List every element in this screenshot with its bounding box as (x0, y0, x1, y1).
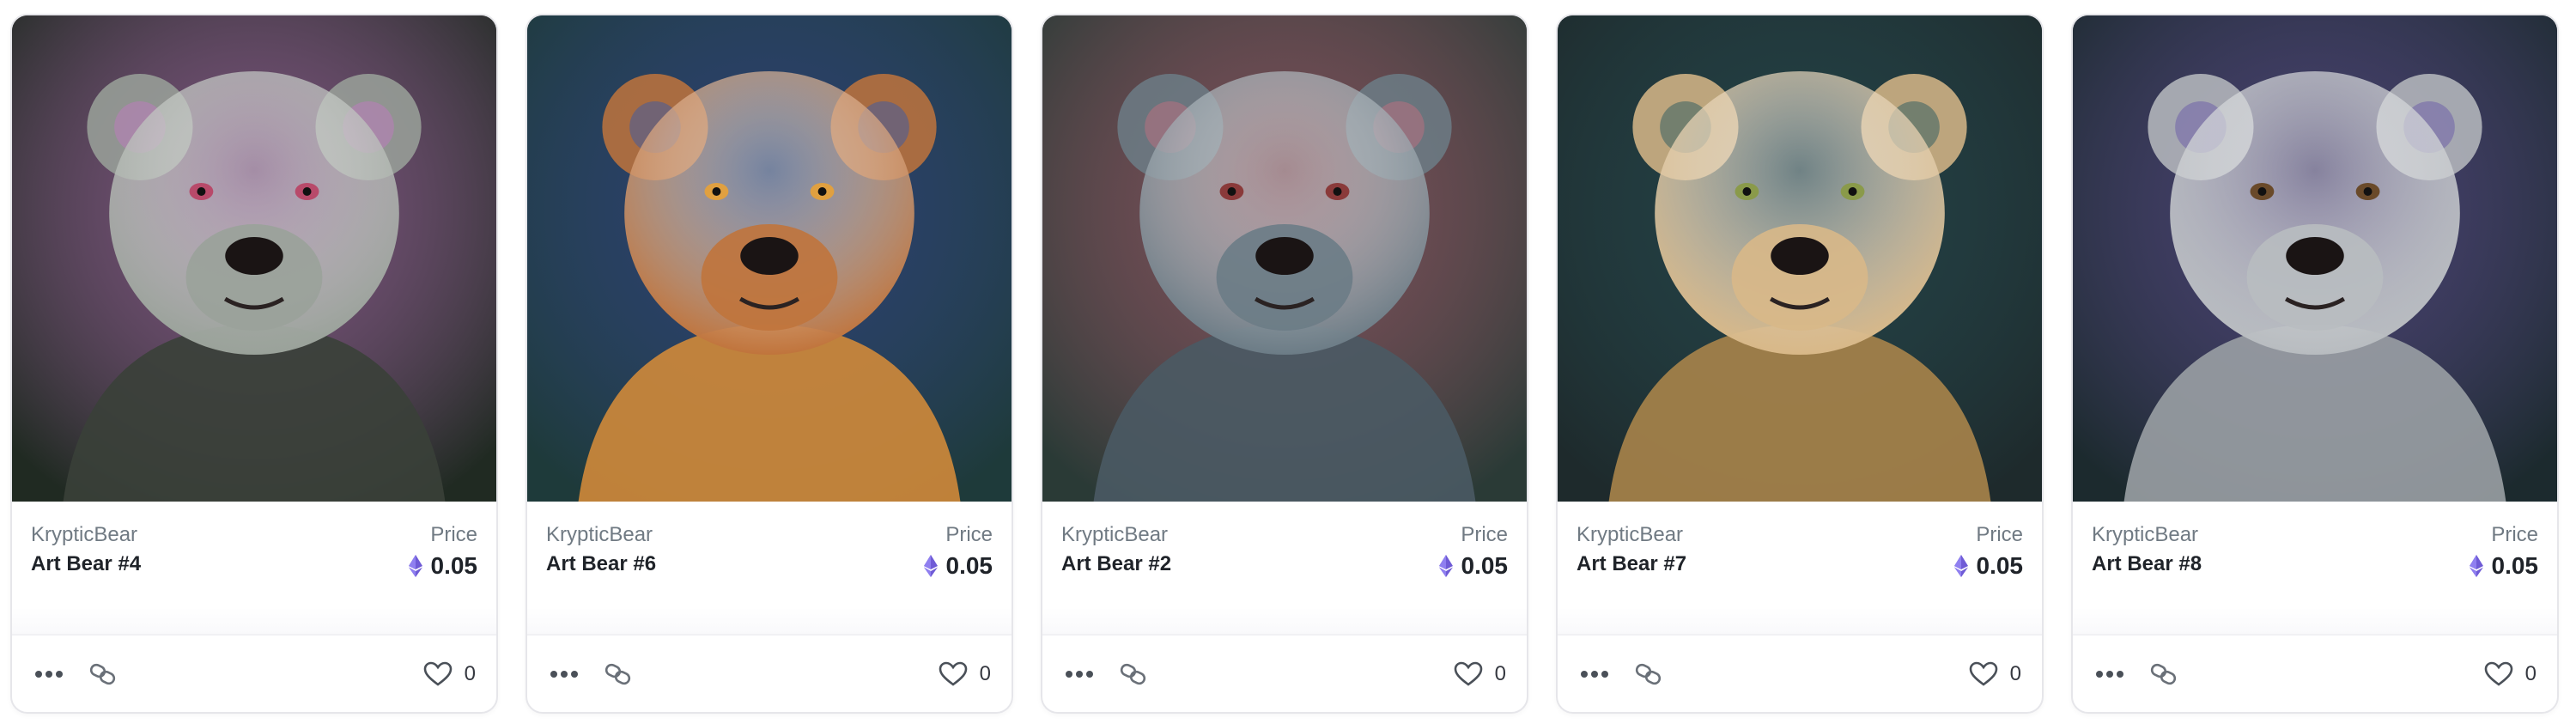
like-button[interactable]: 0 (1969, 661, 2021, 687)
card-footer: 0 (1558, 636, 2042, 712)
nft-card[interactable]: KrypticBear Art Bear #8 Price 0.05 0 (2071, 14, 2559, 714)
like-count: 0 (1494, 661, 1506, 685)
collection-name[interactable]: KrypticBear (1577, 522, 1686, 548)
nft-name[interactable]: Art Bear #7 (1577, 551, 1686, 577)
price-row: 0.05 (1438, 552, 1509, 579)
price-label: Price (945, 523, 993, 546)
ethereum-icon (408, 555, 422, 577)
bear-illustration (12, 15, 496, 502)
nft-card[interactable]: KrypticBear Art Bear #7 Price 0.05 0 (1556, 14, 2044, 714)
nft-name[interactable]: Art Bear #6 (546, 551, 656, 577)
card-footer: 0 (2073, 636, 2557, 712)
nft-artwork[interactable] (1558, 15, 2042, 502)
bear-illustration (1558, 15, 2042, 502)
nft-artwork[interactable] (12, 15, 496, 502)
price-value: 0.05 (1976, 552, 2024, 579)
link-icon[interactable] (2150, 662, 2178, 686)
like-button[interactable]: 0 (1454, 661, 1506, 687)
like-button[interactable]: 0 (939, 661, 991, 687)
collection-name[interactable]: KrypticBear (546, 522, 656, 548)
nft-name[interactable]: Art Bear #2 (1061, 551, 1171, 577)
ethereum-icon (1438, 555, 1453, 577)
link-icon[interactable] (89, 662, 117, 686)
more-options-icon[interactable] (2095, 670, 2124, 678)
bear-illustration (2073, 15, 2557, 502)
price-label: Price (2491, 523, 2538, 546)
price-value: 0.05 (430, 552, 478, 579)
heart-icon[interactable] (423, 661, 453, 687)
heart-icon[interactable] (939, 661, 968, 687)
nft-grid: KrypticBear Art Bear #4 Price 0.05 0 Kry… (10, 14, 2566, 714)
nft-card[interactable]: KrypticBear Art Bear #4 Price 0.05 0 (10, 14, 498, 714)
price-row: 0.05 (2469, 552, 2539, 579)
more-options-icon[interactable] (34, 670, 64, 678)
nft-artwork[interactable] (1042, 15, 1527, 502)
price-row: 0.05 (923, 552, 993, 579)
like-count: 0 (2009, 661, 2021, 685)
price-label: Price (1976, 523, 2023, 546)
like-count: 0 (2524, 661, 2537, 685)
heart-icon[interactable] (1454, 661, 1483, 687)
heart-icon[interactable] (1969, 661, 1998, 687)
card-info: KrypticBear Art Bear #6 Price 0.05 (527, 502, 1012, 636)
collection-name[interactable]: KrypticBear (2092, 522, 2202, 548)
more-options-icon[interactable] (550, 670, 579, 678)
card-footer: 0 (1042, 636, 1527, 712)
collection-name[interactable]: KrypticBear (31, 522, 141, 548)
link-icon[interactable] (1120, 662, 1147, 686)
price-value: 0.05 (945, 552, 993, 579)
price-row: 0.05 (408, 552, 478, 579)
ethereum-icon (923, 555, 938, 577)
more-options-icon[interactable] (1580, 670, 1609, 678)
nft-name[interactable]: Art Bear #8 (2092, 551, 2202, 577)
like-button[interactable]: 0 (2484, 661, 2537, 687)
price-row: 0.05 (1953, 552, 2024, 579)
heart-icon[interactable] (2484, 661, 2513, 687)
nft-card[interactable]: KrypticBear Art Bear #6 Price 0.05 0 (526, 14, 1013, 714)
bear-illustration (527, 15, 1012, 502)
card-info: KrypticBear Art Bear #8 Price 0.05 (2073, 502, 2557, 636)
nft-artwork[interactable] (2073, 15, 2557, 502)
nft-card[interactable]: KrypticBear Art Bear #2 Price 0.05 0 (1041, 14, 1528, 714)
price-label: Price (430, 523, 477, 546)
card-footer: 0 (12, 636, 496, 712)
card-footer: 0 (527, 636, 1012, 712)
card-info: KrypticBear Art Bear #2 Price 0.05 (1042, 502, 1527, 636)
like-button[interactable]: 0 (423, 661, 476, 687)
like-count: 0 (464, 661, 476, 685)
price-value: 0.05 (1461, 552, 1509, 579)
nft-artwork[interactable] (527, 15, 1012, 502)
price-label: Price (1461, 523, 1508, 546)
link-icon[interactable] (1635, 662, 1662, 686)
ethereum-icon (2469, 555, 2483, 577)
price-value: 0.05 (2491, 552, 2539, 579)
collection-name[interactable]: KrypticBear (1061, 522, 1171, 548)
like-count: 0 (979, 661, 991, 685)
bear-illustration (1042, 15, 1527, 502)
link-icon[interactable] (605, 662, 632, 686)
nft-name[interactable]: Art Bear #4 (31, 551, 141, 577)
more-options-icon[interactable] (1065, 670, 1094, 678)
card-info: KrypticBear Art Bear #4 Price 0.05 (12, 502, 496, 636)
card-info: KrypticBear Art Bear #7 Price 0.05 (1558, 502, 2042, 636)
ethereum-icon (1953, 555, 1968, 577)
